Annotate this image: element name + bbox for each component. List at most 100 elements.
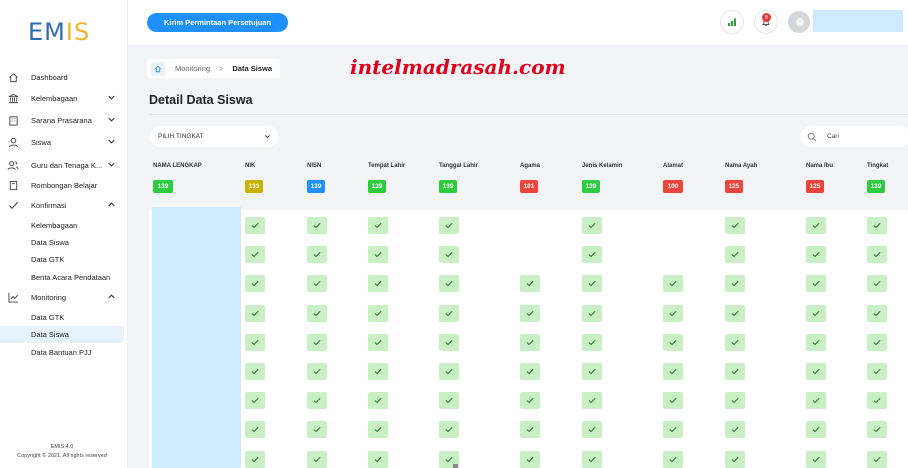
sidebar-item-siswa[interactable]: Siswa [0,132,126,152]
column-count-badge: 139 [867,180,885,193]
column-count-badge: 100 [663,180,683,193]
check-cell [439,421,459,438]
check-icon [669,397,677,404]
page-title: Detail Data Siswa [149,93,253,107]
column-header[interactable]: Jenis Kelamin [582,163,622,169]
check-icon [374,426,382,433]
check-icon [374,339,382,346]
check-icon [669,368,677,375]
check-icon [812,280,820,287]
check-cell [245,363,265,380]
tingkat-select[interactable]: PILIH TINGKAT [150,126,278,147]
sidebar-subitem-kelembagaan[interactable]: Kelembagaan [0,217,124,234]
sidebar-item-sarana-prasarana[interactable]: Sarana Prasarana [0,110,126,130]
watermark-text: intelmadrasah.com [350,55,566,79]
check-icon [374,397,382,404]
check-icon [731,251,739,258]
check-icon [251,368,259,375]
check-cell [806,451,826,468]
divider [149,114,908,115]
home-icon[interactable] [151,61,165,76]
sidebar-item-konfirmasi[interactable]: Konfirmasi [0,195,126,215]
check-cell [806,421,826,438]
check-icon [873,397,881,404]
column-count-badge: 139 [307,180,325,193]
check-cell [725,305,745,322]
logo-main: EM [28,18,66,46]
check-cell [307,392,327,409]
check-icon [374,368,382,375]
column-header[interactable]: Tingkat [867,163,888,169]
horizontal-scrollbar-thumb[interactable] [453,464,458,468]
check-cell [245,217,265,234]
check-icon [445,426,453,433]
column-header[interactable]: NAMA LENGKAP [153,163,202,169]
check-icon [588,456,596,463]
check-cell [725,421,745,438]
avatar-icon [796,18,804,26]
column-header[interactable]: Tempat Lahir [368,163,405,169]
sidebar-subitem-data-gtk[interactable]: Data GTK [0,251,124,268]
column-header[interactable]: Tanggal Lahir [439,163,478,169]
check-cell [663,392,683,409]
check-icon [669,280,677,287]
check-icon [251,310,259,317]
sidebar-subitem-monitoring-data-gtk[interactable]: Data GTK [0,309,124,326]
check-cell [582,334,602,351]
sidebar-subitem-data-siswa[interactable]: Data Siswa [0,234,124,251]
sidebar-subitem-berita-acara[interactable]: Berita Acara Pendataan [0,269,124,286]
sidebar-item-label: Siswa [31,137,52,147]
select-value: PILIH TINGKAT [158,133,204,140]
sidebar-item-kelembagaan[interactable]: Kelembagaan [0,88,126,108]
check-cell [582,363,602,380]
check-icon [313,280,321,287]
check-cell [520,275,540,292]
sidebar-item-label: Guru dan Tenaga K... [31,160,103,170]
search-input[interactable]: Cari [801,126,908,147]
check-cell [368,334,388,351]
check-icon [731,310,739,317]
check-cell [245,421,265,438]
stats-button[interactable] [720,10,744,34]
check-icon [873,368,881,375]
chevron-down-icon [108,117,115,122]
sidebar-subitem-monitoring-data-siswa[interactable]: Data Siswa [0,326,124,343]
column-header[interactable]: NIK [245,163,255,169]
check-cell [867,363,887,380]
sidebar-item-monitoring[interactable]: Monitoring [0,287,126,307]
user-name-box[interactable] [813,10,903,32]
sidebar-subitem-monitoring-bantuan-pjj[interactable]: Data Bantuan PJJ [0,344,124,361]
column-header[interactable]: Agama [520,163,540,169]
app-root: EMIS Dashboard Kelembagaan Sarana Prasar… [0,0,908,468]
check-cell [582,275,602,292]
check-cell [307,275,327,292]
column-header[interactable]: Alamat [663,163,683,169]
column-header[interactable]: Nama Ibu [806,163,833,169]
check-cell [368,217,388,234]
sidebar-item-label: Monitoring [31,292,67,302]
check-icon [731,456,739,463]
check-icon [812,456,820,463]
check-icon [313,368,321,375]
column-count-badge: 125 [725,180,743,193]
check-icon [588,397,596,404]
check-icon [873,280,881,287]
breadcrumb-parent[interactable]: Monitoring [175,64,210,73]
check-cell [663,305,683,322]
sidebar-item-rombongan-belajar[interactable]: Rombongan Belajar [0,175,126,195]
chevron-down-icon [108,162,115,167]
check-cell [725,334,745,351]
check-icon [731,339,739,346]
emis-logo[interactable]: EMIS [28,18,90,46]
check-icon [873,339,881,346]
avatar[interactable] [788,11,810,33]
sidebar-item-dashboard[interactable]: Dashboard [0,67,126,87]
sidebar-item-guru[interactable]: Guru dan Tenaga K... [0,155,126,175]
column-header[interactable]: Nama Ayah [725,163,757,169]
chevron-up-icon [108,202,115,207]
check-icon [731,280,739,287]
check-icon [374,456,382,463]
column-header[interactable]: NISN [307,163,321,169]
check-cell [245,246,265,263]
request-approval-button[interactable]: Kirim Permintaan Persetujuan [147,13,288,32]
